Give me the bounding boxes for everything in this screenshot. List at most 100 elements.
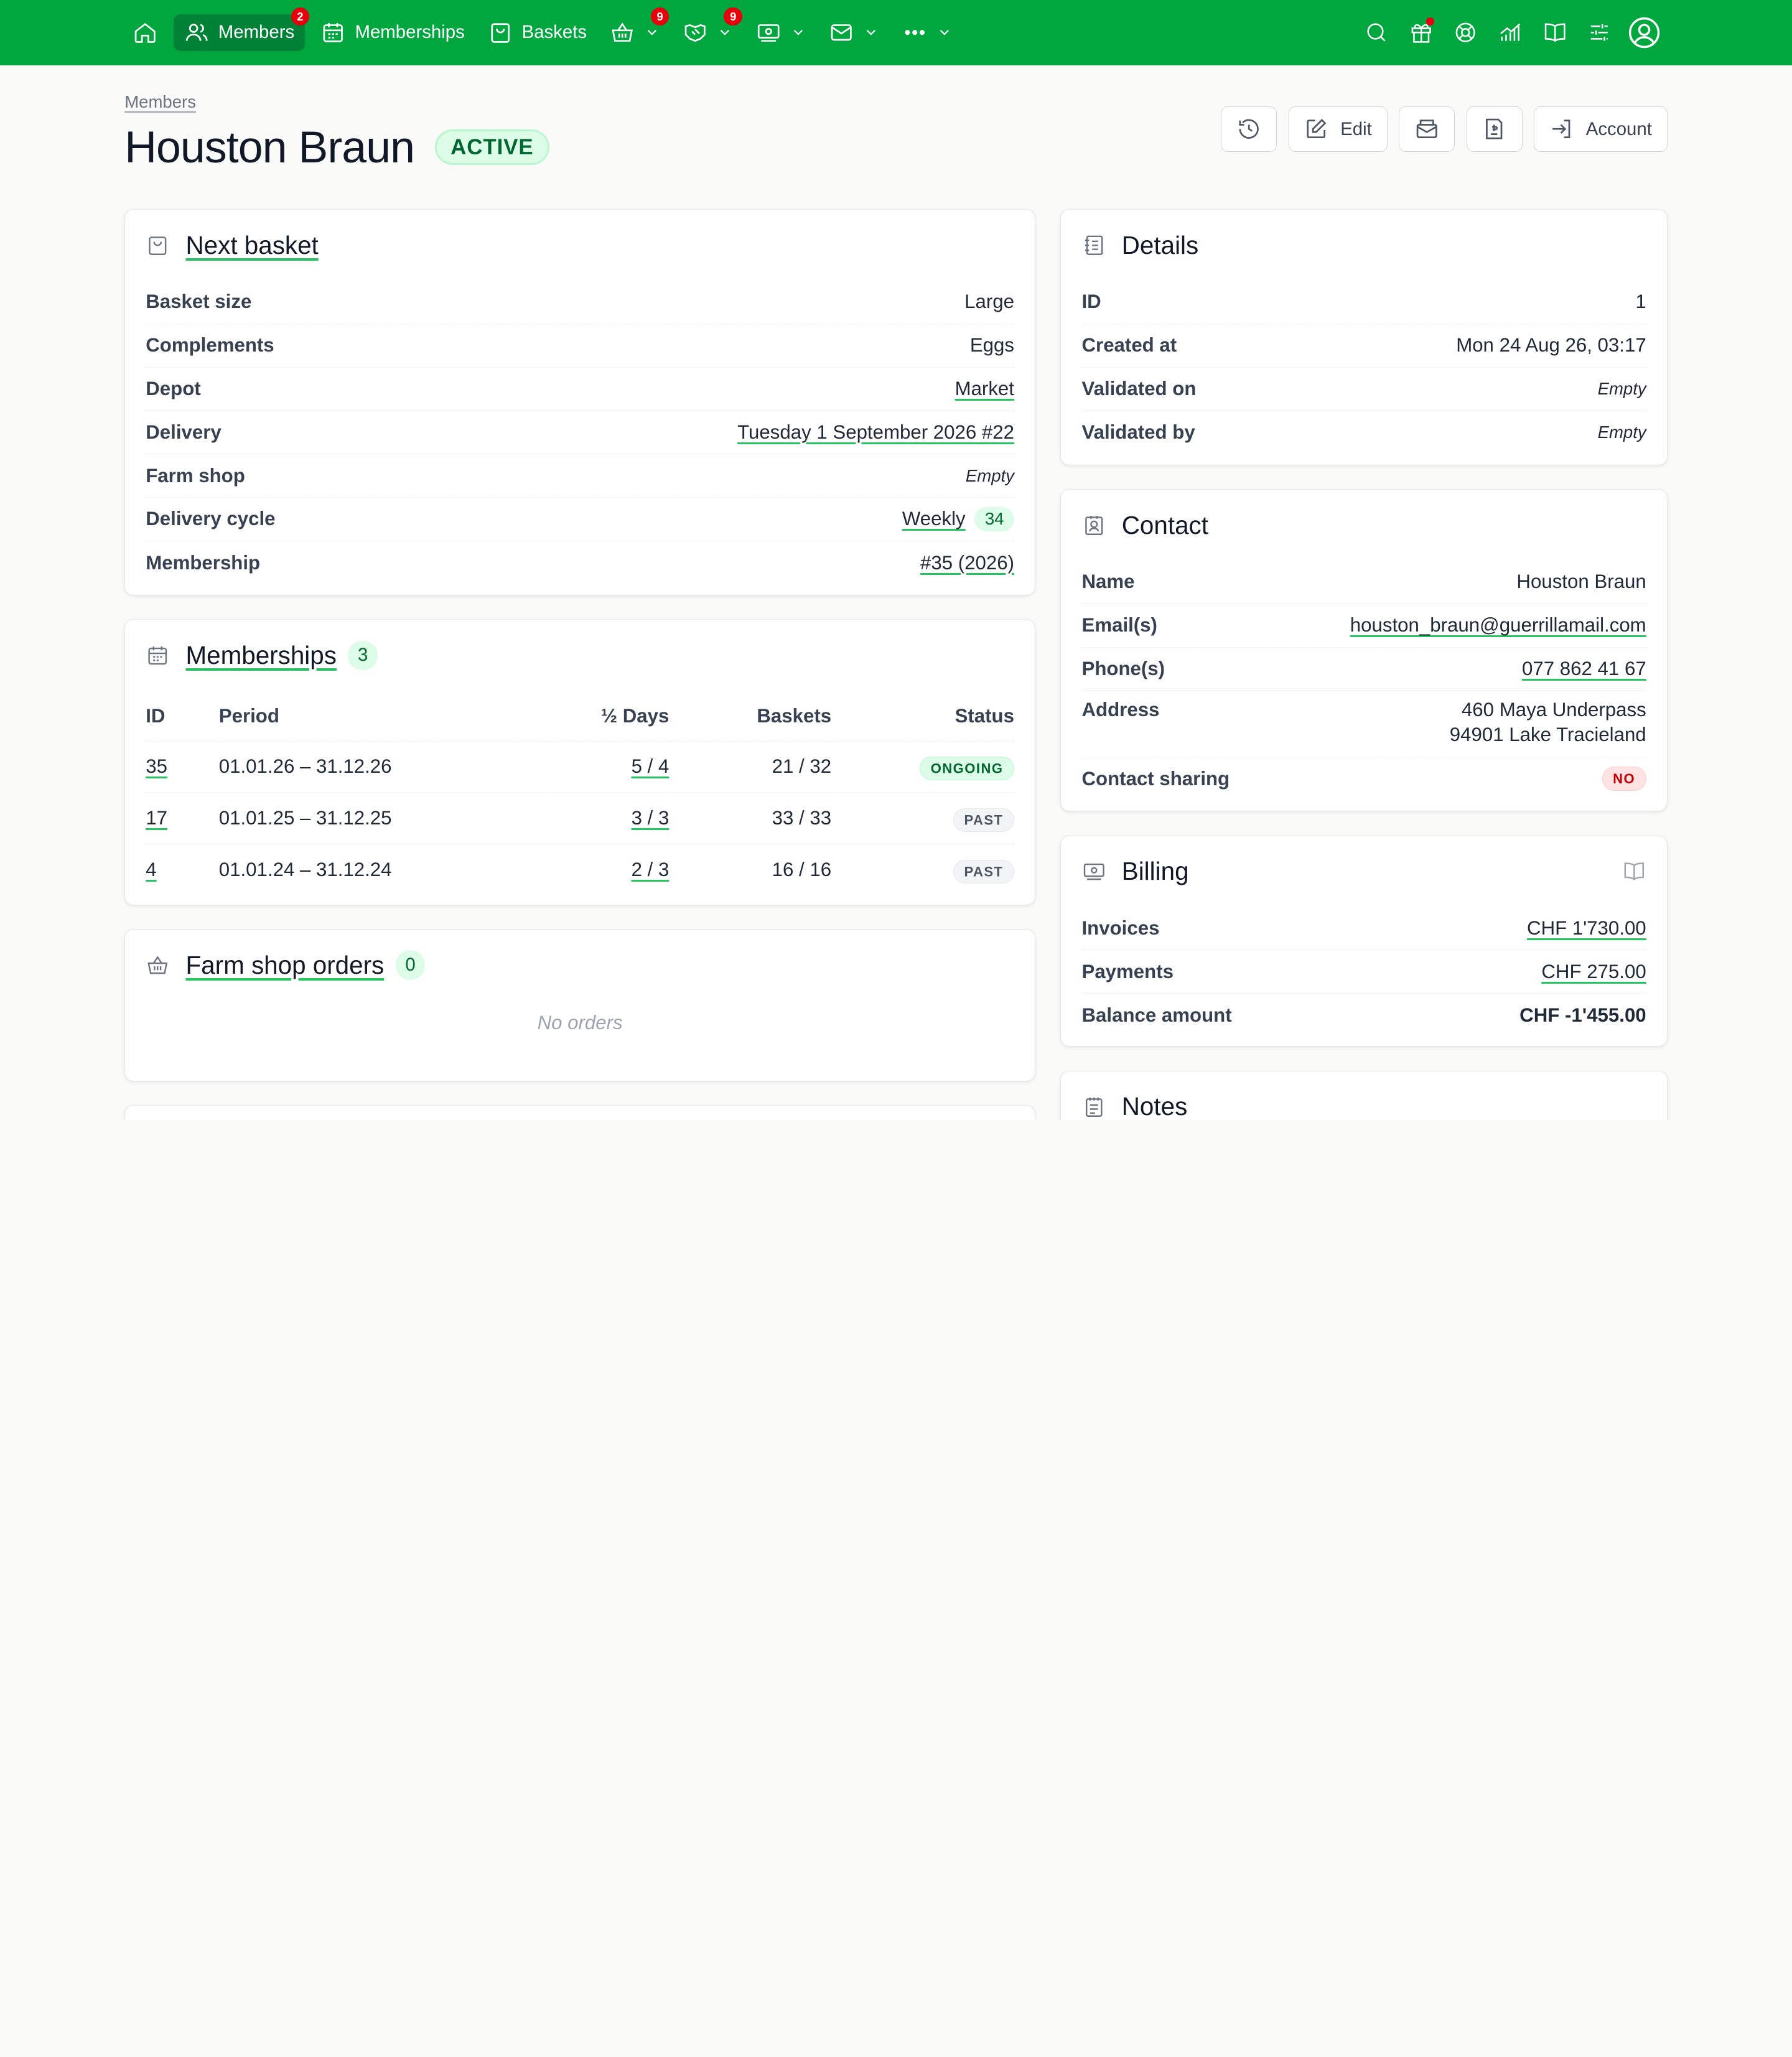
half-days-link[interactable]: 5 / 4 — [632, 755, 670, 777]
row-value-empty: Empty — [1597, 422, 1646, 442]
nav-memberships[interactable]: Memberships — [314, 14, 471, 51]
table-row: 17 01.01.25 – 31.12.25 3 / 3 33 / 33 PAS… — [146, 792, 1014, 844]
invoice-button[interactable] — [1466, 106, 1523, 152]
search-button[interactable] — [1355, 20, 1399, 45]
next-basket-title[interactable]: Next basket — [186, 231, 319, 260]
table-row: 4 01.01.24 – 31.12.24 2 / 3 16 / 16 PAST — [146, 843, 1014, 896]
membership-link[interactable]: #35 (2026) — [920, 552, 1014, 574]
membership-id-link[interactable]: 17 — [146, 807, 167, 829]
send-email-button[interactable] — [1399, 106, 1455, 152]
nav-activity-menu[interactable]: 9 — [676, 7, 742, 51]
status-badge: ACTIVE — [435, 129, 549, 166]
stats-button[interactable] — [1488, 20, 1533, 45]
delivery-link[interactable]: Tuesday 1 September 2026 #22 — [737, 421, 1014, 444]
next-basket-header: Next basket — [125, 210, 1035, 281]
membership-id-link[interactable]: 4 — [146, 859, 156, 880]
nav-members[interactable]: Members 2 — [174, 7, 310, 51]
row-emails: Email(s) houston_braun@guerrillamail.com — [1081, 604, 1646, 648]
nav-shop-menu[interactable]: 9 — [603, 7, 670, 51]
next-basket-card: Next basket Basket size Large Complement… — [124, 209, 1036, 595]
row-label: Validated on — [1081, 377, 1197, 399]
basket-icon — [612, 22, 633, 42]
edit-icon — [1307, 119, 1327, 139]
membership-id-link[interactable]: 35 — [146, 755, 167, 777]
nav-home[interactable] — [126, 14, 164, 51]
calendar-icon — [323, 23, 343, 42]
col-baskets: Baskets — [757, 704, 832, 727]
chevron-down-icon — [721, 30, 730, 36]
baskets-cell: 33 / 33 — [669, 792, 832, 844]
table-header-row: ID Period ½ Days Baskets Status — [146, 691, 1014, 741]
receipt-icon — [1486, 119, 1503, 140]
billing-card: Billing Invoices CHF 1'730.00 Payments C… — [1060, 835, 1668, 1047]
chevron-down-icon — [940, 30, 950, 36]
row-phones: Phone(s) 077 862 41 67 — [1081, 648, 1646, 691]
depot-link[interactable]: Market — [955, 378, 1014, 400]
nav-billing-menu[interactable] — [749, 14, 813, 51]
table-row: 35 01.01.26 – 31.12.26 5 / 4 21 / 32 ONG… — [146, 740, 1014, 793]
account-button[interactable]: Account — [1534, 106, 1668, 152]
handbook-button[interactable] — [1533, 20, 1577, 45]
users-icon — [185, 24, 208, 41]
row-complements: Complements Eggs — [146, 324, 1014, 368]
status-pill: PAST — [953, 859, 1014, 884]
details-title: Details — [1121, 230, 1199, 259]
email-link[interactable]: houston_braun@guerrillamail.com — [1350, 614, 1646, 637]
notes-card: Notes — [1060, 1070, 1668, 1120]
row-balance: Balance amount CHF -1'455.00 — [1082, 994, 1646, 1037]
col-id: ID — [146, 704, 166, 727]
row-value: Mon 24 Aug 26, 03:17 — [1456, 334, 1646, 357]
notes-header: Notes — [1061, 1071, 1666, 1120]
half-days-link[interactable]: 3 / 3 — [632, 807, 670, 829]
mail-icon — [831, 24, 852, 41]
nav-baskets[interactable]: Baskets — [481, 14, 594, 51]
row-label: Invoices — [1081, 917, 1160, 939]
row-validated-by: Validated by Empty — [1082, 411, 1646, 454]
calendar-icon — [148, 646, 167, 665]
row-id: ID 1 — [1081, 281, 1646, 324]
delivery-cycle-link[interactable]: Weekly — [902, 508, 966, 530]
account-menu-button[interactable] — [1622, 16, 1666, 50]
updates-button[interactable] — [1399, 17, 1444, 45]
billing-rows: Invoices CHF 1'730.00 Payments CHF 275.0… — [1061, 907, 1666, 1037]
memberships-count-badge: 3 — [348, 640, 378, 671]
payments-link[interactable]: CHF 275.00 — [1541, 961, 1646, 983]
row-payments: Payments CHF 275.00 — [1081, 950, 1646, 994]
contact-card-icon — [1085, 515, 1103, 535]
basket-icon — [147, 956, 168, 974]
row-label: Depot — [146, 377, 201, 399]
address-value: 460 Maya Underpass 94901 Lake Tracieland — [1450, 699, 1646, 746]
row-label: Address — [1081, 699, 1160, 721]
row-label: Basket size — [146, 291, 252, 313]
period-cell: 01.01.25 – 31.12.25 — [218, 792, 544, 844]
row-label: Membership — [146, 551, 261, 574]
shop-orders-title[interactable]: Farm shop orders — [186, 951, 385, 980]
row-value: Houston Braun — [1516, 571, 1646, 593]
chevron-down-icon — [867, 30, 876, 36]
phone-link[interactable]: 077 862 41 67 — [1522, 658, 1646, 680]
nav-left: Members 2 Memberships Baskets 9 9 — [126, 7, 968, 51]
empty-state: No orders — [125, 1012, 1035, 1034]
row-value: 1 — [1635, 291, 1646, 313]
home-icon — [134, 23, 156, 43]
invoices-link[interactable]: CHF 1'730.00 — [1527, 917, 1646, 940]
col-half-days: ½ Days — [600, 704, 670, 727]
memberships-header: Memberships 3 — [125, 620, 1035, 691]
nav-email-menu[interactable] — [822, 14, 886, 51]
nav-more-menu[interactable] — [895, 14, 959, 51]
settings-button[interactable] — [1577, 20, 1622, 45]
history-button[interactable] — [1221, 106, 1277, 152]
half-days-link[interactable]: 2 / 3 — [632, 859, 670, 880]
book-open-icon[interactable] — [1622, 859, 1646, 884]
help-button[interactable] — [1444, 20, 1488, 45]
contact-title: Contact — [1121, 510, 1208, 539]
row-label: Created at — [1081, 334, 1177, 357]
edit-button[interactable]: Edit — [1288, 106, 1388, 152]
breadcrumb[interactable]: Members — [124, 92, 196, 111]
next-basket-rows: Basket size Large Complements Eggs Depot… — [125, 281, 1035, 584]
chart-icon — [1500, 23, 1521, 41]
memberships-card: Memberships 3 ID Period ½ Days Baskets S… — [124, 619, 1036, 905]
memberships-title[interactable]: Memberships — [186, 641, 337, 670]
edit-button-label: Edit — [1340, 118, 1372, 139]
header-actions: Edit Account — [1221, 106, 1668, 152]
